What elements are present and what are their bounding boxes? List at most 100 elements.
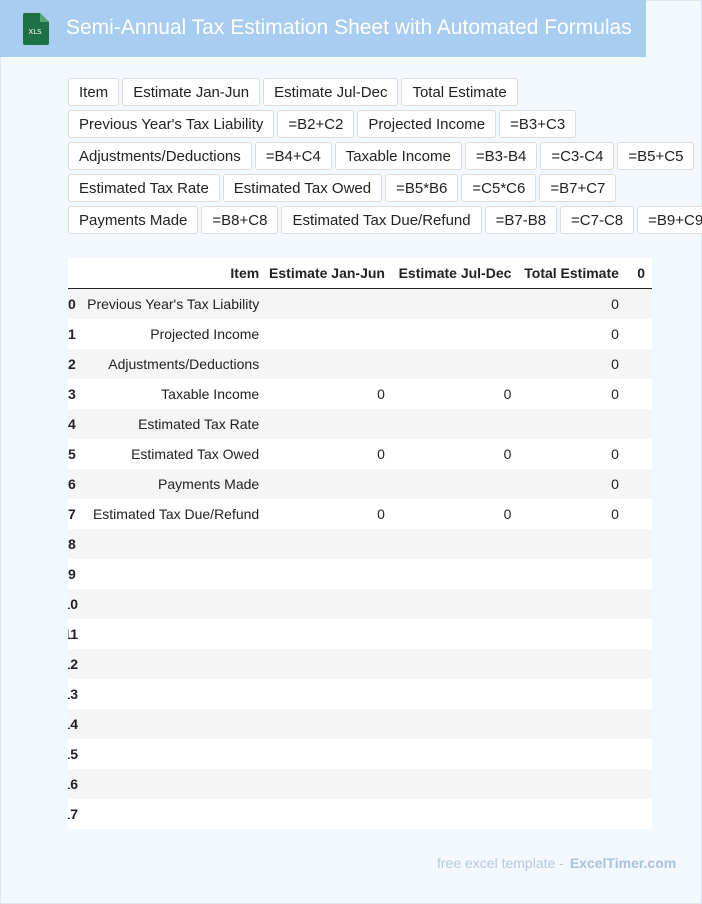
jan-jun-cell: 0 [266,499,392,529]
table-row: 11 [68,619,652,649]
jul-dec-cell [391,589,519,619]
item-cell: Estimated Tax Rate [78,409,267,439]
table-row: 9 [68,559,652,589]
row-index-label: 4 [68,416,76,432]
item-cell: Payments Made [78,469,267,499]
total-cell: 0 [518,319,626,349]
column-header-total: Total Estimate [518,258,626,289]
chip: Projected Income [357,110,497,138]
row-index: 8 [68,529,78,559]
total-cell [518,799,626,829]
extra-cell [625,619,652,649]
extra-cell [625,589,652,619]
xls-file-icon: XLS [23,13,49,45]
row-index: 3 [68,379,78,409]
row-index-label: 7 [68,506,76,522]
chip: =C7-C8 [560,206,635,234]
total-cell [518,529,626,559]
chip: =B7+C7 [539,174,617,202]
row-index-label: 14 [68,716,78,732]
row-index: 10 [68,589,78,619]
extra-cell [625,349,652,379]
row-index-label: 8 [68,536,76,552]
jul-dec-cell [391,619,519,649]
chip: Estimated Tax Owed [222,174,383,202]
row-index-label: 12 [68,656,78,672]
extra-cell [625,769,652,799]
table-row: 3 Taxable Income 0 0 0 [68,379,652,409]
row-index-label: 5 [68,446,76,462]
total-cell: 0 [518,499,626,529]
extra-cell [625,679,652,709]
jul-dec-cell [391,799,519,829]
row-index-label: 1 [68,326,76,342]
row-index-label: 3 [68,386,76,402]
jul-dec-cell [391,469,519,499]
table-row: 0 Previous Year's Tax Liability 0 [68,288,652,319]
chip: Estimate Jan-Jun [122,78,261,106]
table-row: 5 Estimated Tax Owed 0 0 0 [68,439,652,469]
jul-dec-cell [391,349,519,379]
total-cell: 0 [518,439,626,469]
extra-cell [625,288,652,319]
table-row: 4 Estimated Tax Rate [68,409,652,439]
extra-cell [625,799,652,829]
row-index: 4 [68,409,78,439]
chip-row: Adjustments/Deductions =B4+C4 Taxable Inco… [68,142,702,174]
total-cell [518,619,626,649]
item-cell [78,619,267,649]
jul-dec-cell: 0 [391,439,519,469]
chip: =B5+C5 [617,142,695,170]
formula-chips: Item Estimate Jan-Jun Estimate Jul-Dec Tota… [68,78,702,238]
item-cell: Projected Income [78,319,267,349]
total-cell: 0 [518,379,626,409]
row-index: 16 [68,769,78,799]
title-banner: XLS Semi-Annual Tax Estimation Sheet wit… [0,0,646,57]
page-title: Semi-Annual Tax Estimation Sheet with Au… [66,16,632,39]
jul-dec-cell [391,769,519,799]
item-cell: Adjustments/Deductions [78,349,267,379]
jan-jun-cell [266,769,392,799]
row-index: 1 [68,319,78,349]
footer-text: free excel template - [437,855,564,871]
table-row: 1 Projected Income 0 [68,319,652,349]
chip: Adjustments/Deductions [68,142,252,170]
row-index: 12 [68,649,78,679]
table-row: 6 Payments Made 0 [68,469,652,499]
chip: =B9+C9 [637,206,702,234]
row-index-label: 6 [68,476,76,492]
jan-jun-cell [266,619,392,649]
data-table-container: Item Estimate Jan-Jun Estimate Jul-Dec T… [68,258,652,829]
jan-jun-cell [266,709,392,739]
item-cell: Taxable Income [78,379,267,409]
data-table: Item Estimate Jan-Jun Estimate Jul-Dec T… [68,258,652,829]
jul-dec-cell [391,409,519,439]
extra-cell [625,559,652,589]
total-cell [518,739,626,769]
jul-dec-cell: 0 [391,379,519,409]
item-cell [78,739,267,769]
table-row: 16 [68,769,652,799]
chip: Estimated Tax Due/Refund [281,206,482,234]
extra-cell [625,409,652,439]
total-cell [518,589,626,619]
jul-dec-cell [391,529,519,559]
total-cell [518,649,626,679]
chip: =C3-C4 [540,142,615,170]
column-header-jan-jun: Estimate Jan-Jun [266,258,392,289]
chip: =B3+C3 [499,110,577,138]
chip-row: Payments Made =B8+C8 Estimated Tax Due/Ref… [68,206,702,238]
row-index-label: 10 [68,596,78,612]
row-index-label: 11 [68,626,78,642]
item-cell [78,799,267,829]
footer-brand-link[interactable]: ExcelTimer.com [570,855,676,871]
extra-cell [625,379,652,409]
extra-cell [625,649,652,679]
chip: =B5*B6 [385,174,459,202]
row-index: 15 [68,739,78,769]
extra-cell [625,529,652,559]
total-cell: 0 [518,288,626,319]
row-index-label: 17 [68,806,78,822]
jan-jun-cell [266,559,392,589]
extra-cell [625,739,652,769]
